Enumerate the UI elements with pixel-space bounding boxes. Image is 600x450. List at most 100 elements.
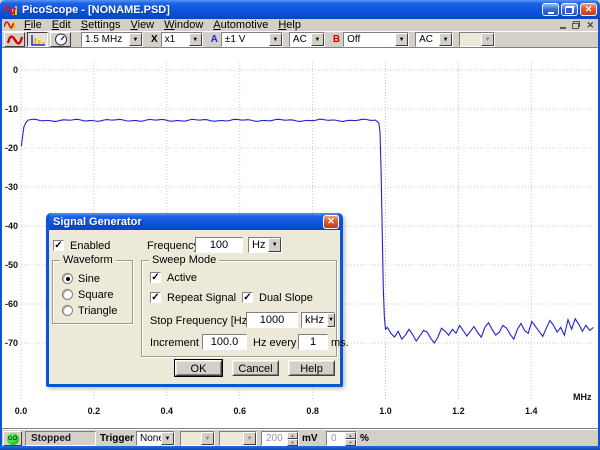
chevron-down-icon[interactable]: ▼: [310, 33, 324, 46]
dialog-body: ✓ Enabled Frequency: Hz ▼ Waveform Sine …: [49, 230, 349, 384]
menu-file[interactable]: File: [19, 19, 47, 31]
meter-view-button[interactable]: [50, 32, 71, 47]
menu-window[interactable]: Window: [159, 19, 208, 31]
every-ms-input[interactable]: [298, 334, 328, 350]
mdi-minimize-icon[interactable]: [560, 26, 567, 29]
chevron-down-icon[interactable]: ▼: [201, 432, 214, 445]
y-tick-label: -70: [5, 338, 18, 348]
multiplier-select[interactable]: x1 ▼: [160, 32, 203, 47]
chevron-down-icon[interactable]: ▼: [243, 432, 256, 445]
x-tick-label: 0.2: [88, 406, 101, 416]
channel-a-label: A: [210, 34, 218, 45]
timebase-select[interactable]: 1.5 MHz ▼: [81, 32, 143, 47]
mdi-restore-icon[interactable]: [572, 21, 581, 29]
waveform-square-label: Square: [78, 289, 114, 301]
menu-view[interactable]: View: [125, 19, 159, 31]
waveform-square-radio[interactable]: [62, 289, 73, 300]
sweep-mode-legend: Sweep Mode: [149, 254, 220, 266]
minimize-button[interactable]: [542, 3, 559, 16]
stop-frequency-unit-select[interactable]: kHz ▼: [301, 312, 335, 328]
go-button[interactable]: GO: [3, 431, 22, 446]
app-logo-icon: [4, 5, 17, 15]
status-bar: GO Stopped Trigger None ▼ ▼ ▼ 200 ▲▼ mV …: [0, 429, 600, 446]
y-tick-label: -40: [5, 221, 18, 231]
chevron-down-icon[interactable]: ▼: [268, 238, 281, 252]
y-tick-label: -10: [5, 104, 18, 114]
window-title: PicoScope - [NONAME.PSD]: [22, 3, 170, 16]
stop-frequency-label: Stop Frequency [Hz]:: [150, 315, 254, 327]
mdi-window-controls: ✕: [560, 20, 600, 30]
extra-select[interactable]: ▼: [459, 32, 496, 47]
spectrum-view-button[interactable]: [27, 32, 48, 47]
chevron-down-icon[interactable]: ▼: [481, 33, 495, 46]
spin-down-icon[interactable]: ▼: [345, 439, 356, 446]
check-icon: ✓: [151, 271, 160, 283]
enabled-checkbox[interactable]: ✓: [53, 240, 64, 251]
percent-label: %: [360, 433, 369, 444]
dual-slope-checkbox[interactable]: ✓: [242, 292, 253, 303]
channel-b-coupling-select[interactable]: AC ▼: [415, 32, 454, 47]
help-button[interactable]: Help: [288, 360, 335, 376]
frequency-input[interactable]: [195, 237, 243, 253]
restore-button[interactable]: [561, 3, 578, 16]
chevron-down-icon[interactable]: ▼: [326, 313, 335, 327]
waveform-group: Waveform Sine Square Triangle: [52, 254, 133, 324]
channel-a-coupling-select[interactable]: AC ▼: [288, 32, 325, 47]
spin-down-icon[interactable]: ▼: [287, 439, 298, 446]
chevron-down-icon[interactable]: ▼: [268, 33, 282, 46]
x-axis-unit-label: MHz: [573, 392, 592, 402]
waveform-sine-radio[interactable]: [62, 273, 73, 284]
mv-label: mV: [302, 433, 318, 444]
active-checkbox[interactable]: ✓: [150, 272, 161, 283]
chevron-down-icon[interactable]: ▼: [129, 33, 142, 46]
window-frame-left: [0, 19, 2, 450]
menu-automotive[interactable]: Automotive: [208, 19, 273, 31]
trigger-select[interactable]: None ▼: [136, 431, 175, 446]
pretrigger-stepper[interactable]: 0 ▲ ▼: [326, 431, 357, 446]
check-icon: ✓: [151, 291, 160, 303]
chevron-down-icon[interactable]: ▼: [161, 432, 174, 445]
trigger-channel-select[interactable]: ▼: [180, 431, 215, 446]
enabled-label: Enabled: [70, 240, 111, 252]
channel-b-label: B: [332, 34, 341, 45]
waveform-triangle-radio[interactable]: [62, 305, 73, 316]
x-tick-label: 1.2: [452, 406, 465, 416]
chevron-down-icon[interactable]: ▼: [188, 33, 202, 46]
check-icon: ✓: [54, 239, 63, 251]
x-tick-label: 0.0: [15, 406, 28, 416]
chevron-down-icon[interactable]: ▼: [439, 33, 453, 46]
document-icon: [4, 21, 15, 30]
mdi-close-icon[interactable]: ✕: [586, 20, 594, 30]
scope-view-button[interactable]: [4, 32, 25, 47]
repeat-signal-label: Repeat Signal: [167, 292, 237, 304]
stop-frequency-input[interactable]: [246, 312, 298, 328]
meter-icon: [54, 33, 67, 46]
repeat-signal-checkbox[interactable]: ✓: [150, 292, 161, 303]
spectrum-icon: [30, 34, 45, 46]
x-tick-label: 1.0: [379, 406, 392, 416]
ms-label: ms.: [331, 337, 349, 349]
spin-up-icon[interactable]: ▲: [345, 432, 356, 439]
menu-edit[interactable]: Edit: [47, 19, 76, 31]
status-text: Stopped: [25, 431, 96, 446]
cancel-button[interactable]: Cancel: [232, 360, 279, 376]
trigger-edge-select[interactable]: ▼: [219, 431, 257, 446]
toolbar: 1.5 MHz ▼ X x1 ▼ A ±1 V ▼ AC ▼ B Off ▼ A…: [0, 31, 600, 48]
menu-bar: File Edit Settings View Window Automotiv…: [0, 19, 600, 31]
increment-input[interactable]: [202, 334, 247, 350]
chevron-down-icon[interactable]: ▼: [395, 33, 409, 46]
dialog-title-bar: Signal Generator ✕: [49, 213, 340, 230]
close-button[interactable]: ✕: [580, 3, 597, 16]
frequency-unit-select[interactable]: Hz ▼: [248, 237, 282, 253]
menu-help[interactable]: Help: [273, 19, 306, 31]
trigger-threshold-stepper[interactable]: 200 ▲ ▼: [261, 431, 299, 446]
hz-every-label: Hz every: [253, 337, 297, 349]
dialog-close-button[interactable]: ✕: [323, 214, 339, 229]
menu-settings[interactable]: Settings: [76, 19, 126, 31]
spin-up-icon[interactable]: ▲: [287, 432, 298, 439]
ok-button[interactable]: OK: [175, 360, 222, 376]
channel-a-range-select[interactable]: ±1 V ▼: [220, 32, 283, 47]
dual-slope-label: Dual Slope: [259, 292, 313, 304]
x-tick-label: 0.6: [233, 406, 246, 416]
channel-b-range-select[interactable]: Off ▼: [343, 32, 410, 47]
